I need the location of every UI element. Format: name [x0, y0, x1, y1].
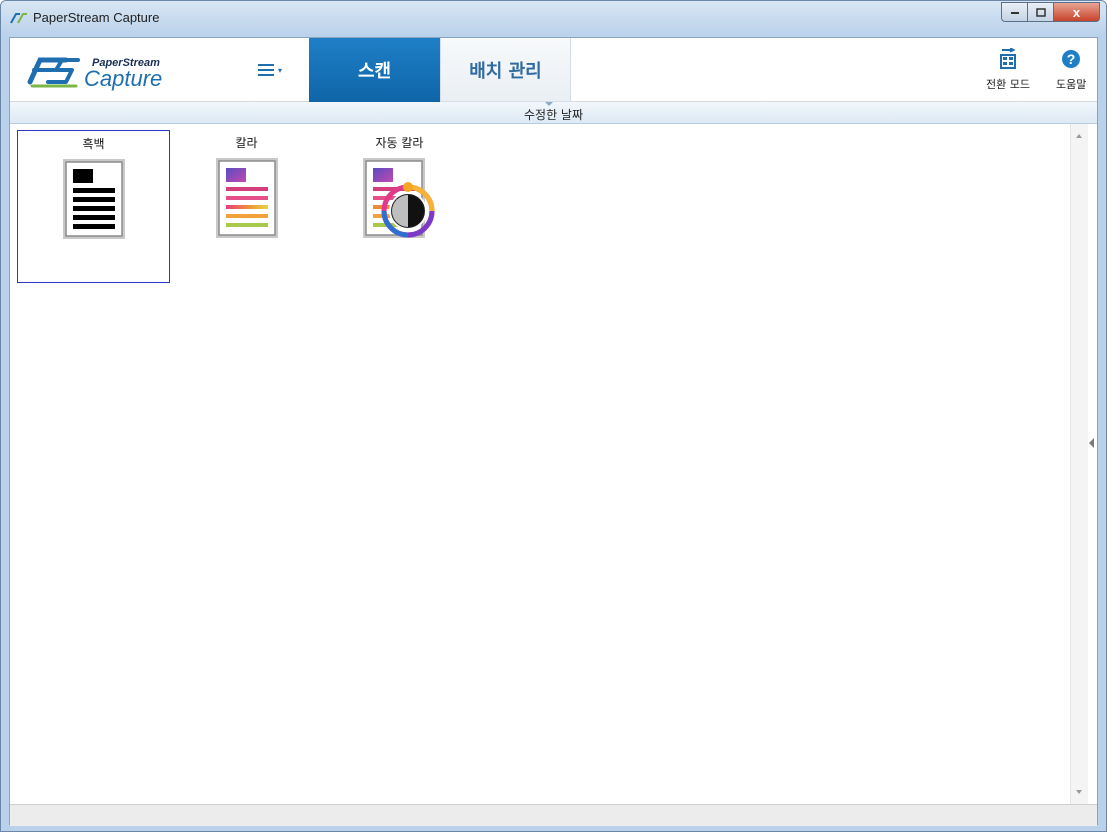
- minimize-icon: [1010, 12, 1019, 14]
- profile-auto-color[interactable]: 자동 칼라: [323, 130, 476, 283]
- switch-mode-button[interactable]: 전환 모드: [986, 48, 1030, 92]
- profile-list: 흑백 칼라 자동 칼라: [10, 124, 1081, 804]
- sort-label: 수정한 날짜: [523, 108, 583, 122]
- auto-color-document-icon: [362, 158, 434, 238]
- tab-scan-label: 스캔: [357, 61, 392, 82]
- black-white-document-icon: [62, 159, 125, 239]
- maximize-button[interactable]: [1028, 2, 1054, 22]
- vertical-scrollbar[interactable]: [1070, 124, 1088, 804]
- app-logo-icon: [10, 13, 27, 24]
- app-window: PaperStream Capture x PaperStream Captur…: [0, 0, 1107, 832]
- tab-batch-management[interactable]: 배치 관리: [440, 38, 571, 102]
- help-label: 도움말: [1056, 78, 1087, 91]
- window-controls: x: [1001, 2, 1100, 22]
- logo-graphic: PaperStream Capture: [27, 57, 162, 91]
- close-button[interactable]: x: [1054, 2, 1100, 22]
- tab-scan[interactable]: 스캔: [309, 38, 440, 102]
- scroll-up-icon[interactable]: [1076, 134, 1082, 138]
- chevron-down-icon: ▾: [277, 65, 282, 75]
- svg-text:?: ?: [1067, 51, 1076, 67]
- hamburger-menu-button[interactable]: ▾: [250, 58, 290, 82]
- help-icon: ?: [1062, 50, 1081, 68]
- minimize-button[interactable]: [1001, 2, 1028, 22]
- paperstream-capture-logo: PaperStream Capture: [26, 52, 196, 92]
- scroll-down-icon[interactable]: [1076, 790, 1082, 794]
- profile-color[interactable]: 칼라: [170, 130, 323, 283]
- switch-mode-label: 전환 모드: [986, 78, 1030, 91]
- window-title: PaperStream Capture: [33, 10, 160, 25]
- color-document-icon: [215, 158, 278, 238]
- sort-header[interactable]: 수정한 날짜: [10, 102, 1097, 124]
- profile-label: 자동 칼라: [375, 136, 424, 150]
- title-bar: PaperStream Capture x: [1, 1, 1106, 37]
- main-area: PaperStream Capture ▾ 스캔 배치 관리 전환 모드 ? 도…: [9, 37, 1098, 826]
- switch-mode-icon: [999, 48, 1016, 69]
- tab-batch-management-label: 배치 관리: [469, 60, 542, 82]
- status-bar: [10, 804, 1097, 826]
- close-icon: x: [1072, 4, 1081, 20]
- side-panel-expand-icon[interactable]: [1089, 438, 1094, 448]
- hamburger-menu-icon: [257, 64, 274, 76]
- help-button[interactable]: ? 도움말: [1056, 48, 1086, 92]
- maximize-icon: [1035, 7, 1046, 17]
- profile-label: 칼라: [235, 136, 258, 150]
- profile-label: 흑백: [82, 137, 105, 151]
- toolbar: PaperStream Capture ▾ 스캔 배치 관리 전환 모드 ? 도…: [10, 38, 1097, 102]
- profile-black-white[interactable]: 흑백: [17, 130, 170, 283]
- svg-text:Capture: Capture: [84, 66, 162, 91]
